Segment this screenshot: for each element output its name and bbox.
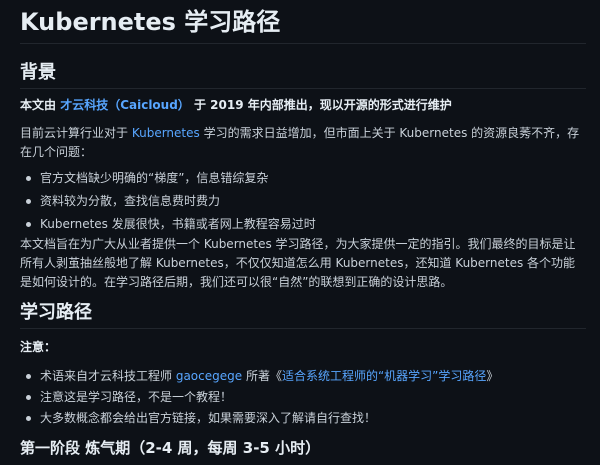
problem-list: 官方文档缺少明确的“梯度”，信息错综复杂 资料较为分散，查找信息费时费力 Kub… (20, 169, 580, 235)
list-item-text: 资料较为分散，查找信息费时费力 (40, 194, 221, 208)
list-item: 资料较为分散，查找信息费时费力 (20, 192, 580, 212)
list-item: 注意这是学习路径，不是一个教程！ (20, 388, 580, 408)
note-suffix: 》 (486, 369, 499, 383)
list-item-text: 注意这是学习路径，不是一个教程！ (40, 390, 233, 404)
goal-paragraph: 本文档旨在为广大从业者提供一个 Kubernetes 学习路径，为大家提供一定的… (20, 237, 576, 289)
note-middle: 所著《 (242, 369, 282, 383)
list-item: 大多数概念都会给出官方链接，如果需要深入了解请自行查找！ (20, 409, 580, 429)
ml-path-link[interactable]: 适合系统工程师的“机器学习”学习路径 (282, 369, 486, 383)
learning-path-divider (20, 328, 586, 329)
problem-paragraph: 目前云计算行业对于 Kubernetes 学习的需求日益增加，但市面上关于 Ku… (20, 124, 580, 162)
kubernetes-link[interactable]: Kubernetes (132, 126, 200, 140)
bullet-icon (26, 199, 31, 204)
gaocegege-link[interactable]: gaocegege (176, 369, 242, 383)
bullet-icon (26, 374, 31, 379)
list-item: 术语来自才云科技工程师 gaocegege 所著《适合系统工程师的“机器学习”学… (20, 367, 580, 387)
list-item-text: Kubernetes 发展很快，书籍或者网上教程容易过时 (40, 217, 316, 231)
page-title: Kubernetes 学习路径 (20, 8, 281, 36)
intro-prefix: 本文由 (20, 98, 61, 112)
bullet-icon (26, 176, 31, 181)
list-item: 官方文档缺少明确的“梯度”，信息错综复杂 (20, 169, 580, 189)
note-prefix: 术语来自才云科技工程师 (40, 369, 176, 383)
problem-prefix: 目前云计算行业对于 (20, 126, 132, 140)
caicloud-link[interactable]: 才云科技（Caicloud） (60, 98, 190, 112)
list-item: Kubernetes 发展很快，书籍或者网上教程容易过时 (20, 215, 580, 235)
bullet-icon (26, 222, 31, 227)
notes-list: 术语来自才云科技工程师 gaocegege 所著《适合系统工程师的“机器学习”学… (20, 367, 580, 429)
bullet-icon (26, 395, 31, 400)
stage1-heading: 第一阶段 炼气期（2-4 周，每周 3-5 小时） (20, 439, 321, 457)
intro-paragraph: 本文由 才云科技（Caicloud） 于 2019 年内部推出，现以开源的形式进… (20, 96, 580, 115)
bullet-icon (26, 416, 31, 421)
list-item-text: 大多数概念都会给出官方链接，如果需要深入了解请自行查找！ (40, 411, 377, 425)
background-heading: 背景 (20, 62, 56, 83)
note-label: 注意： (20, 340, 57, 354)
background-divider (20, 88, 586, 89)
list-item-text: 官方文档缺少明确的“梯度”，信息错综复杂 (40, 171, 269, 185)
title-divider (20, 43, 586, 44)
intro-suffix: 于 2019 年内部推出，现以开源的形式进行维护 (189, 98, 452, 112)
learning-path-heading: 学习路径 (20, 302, 92, 323)
